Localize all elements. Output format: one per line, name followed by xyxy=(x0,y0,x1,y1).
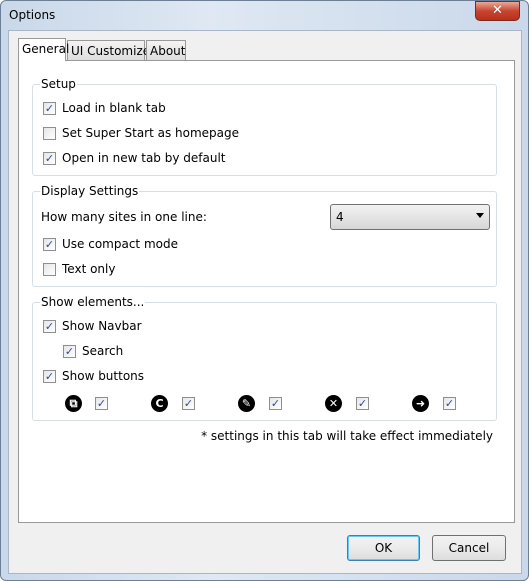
set-homepage-checkbox[interactable] xyxy=(43,127,56,140)
go-button-checkbox[interactable]: ✓ xyxy=(443,397,456,410)
show-buttons-label: Show buttons xyxy=(62,369,145,383)
show-navbar-label: Show Navbar xyxy=(62,319,142,333)
compact-mode-checkbox[interactable]: ✓ xyxy=(43,238,56,251)
close-button-checkbox[interactable]: ✓ xyxy=(356,397,369,410)
ok-button[interactable]: OK xyxy=(347,535,420,561)
edit-button-checkbox[interactable]: ✓ xyxy=(269,397,282,410)
edit-icon: ✎ xyxy=(238,395,255,412)
load-blank-tab-checkbox[interactable]: ✓ xyxy=(43,102,56,115)
sites-per-line-label: How many sites in one line: xyxy=(41,210,207,224)
display-group-title: Display Settings xyxy=(40,184,140,198)
search-label: Search xyxy=(82,344,124,358)
open-new-tab-checkbox[interactable]: ✓ xyxy=(43,152,56,165)
show-buttons-checkbox[interactable]: ✓ xyxy=(43,370,56,383)
settings-note: * settings in this tab will take effect … xyxy=(201,429,493,443)
set-homepage-label: Set Super Start as homepage xyxy=(62,126,240,140)
tab-general[interactable]: General xyxy=(18,38,69,61)
setup-group-title: Setup xyxy=(40,77,77,91)
open-tab-button-checkbox[interactable]: ✓ xyxy=(95,397,108,410)
load-blank-tab-label: Load in blank tab xyxy=(62,101,166,115)
tab-ui-customize[interactable]: UI Customize xyxy=(67,40,150,61)
sites-per-line-select[interactable]: 4 xyxy=(330,204,490,230)
open-tab-icon: ⧉ xyxy=(65,395,82,412)
options-window: Options ✕ General UI Customize About Set… xyxy=(0,0,529,581)
compact-mode-label: Use compact mode xyxy=(62,237,178,251)
cancel-button[interactable]: Cancel xyxy=(432,535,506,561)
open-new-tab-label: Open in new tab by default xyxy=(62,151,226,165)
tab-about[interactable]: About xyxy=(146,40,186,61)
chevron-down-icon xyxy=(476,213,484,218)
refresh-button-checkbox[interactable]: ✓ xyxy=(182,397,195,410)
refresh-icon: C xyxy=(151,395,168,412)
text-only-checkbox[interactable] xyxy=(43,263,56,276)
close-button[interactable]: ✕ xyxy=(475,1,520,21)
close-icon: ✕ xyxy=(325,395,342,412)
window-title: Options xyxy=(9,8,56,22)
arrow-right-icon: ➜ xyxy=(412,395,429,412)
show-elements-title: Show elements... xyxy=(40,295,146,309)
text-only-label: Text only xyxy=(62,262,116,276)
show-navbar-checkbox[interactable]: ✓ xyxy=(43,320,56,333)
sites-per-line-value: 4 xyxy=(336,210,344,224)
search-checkbox[interactable]: ✓ xyxy=(63,345,76,358)
